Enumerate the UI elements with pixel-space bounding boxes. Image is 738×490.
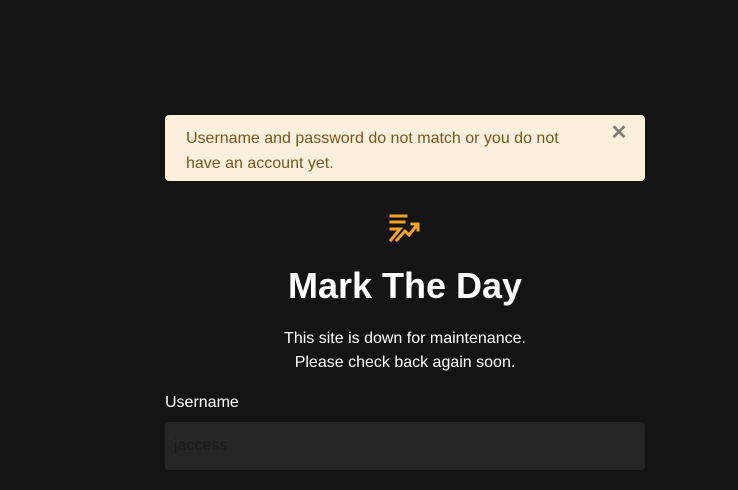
maintenance-line-2: Please check back again soon. — [294, 354, 516, 371]
close-icon[interactable]: ✕ — [609, 122, 629, 144]
maintenance-line-1: This site is down for maintenance. — [284, 330, 526, 347]
mark-the-day-logo-icon — [388, 214, 420, 243]
error-alert: Username and password do not match or yo… — [165, 115, 645, 181]
username-label: Username — [165, 394, 239, 411]
maintenance-message: This site is down for maintenance. Pleas… — [165, 327, 645, 375]
login-page: Username and password do not match or yo… — [0, 0, 738, 490]
page-title: Mark The Day — [287, 265, 523, 306]
username-input[interactable] — [165, 422, 645, 470]
alert-message: Username and password do not match or yo… — [186, 130, 559, 172]
